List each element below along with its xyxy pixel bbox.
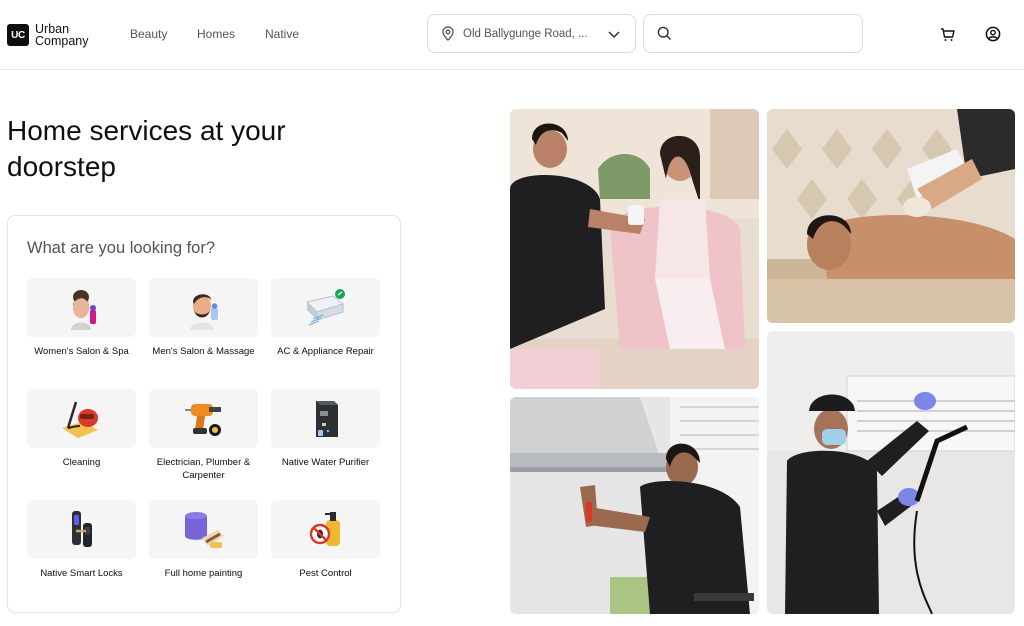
location-selector[interactable]: Old Ballygunge Road, ... [427, 14, 636, 53]
hero-title: Home services at your doorstep [7, 115, 286, 182]
top-header: UC Urban Company Beauty Homes Native Old… [0, 0, 1024, 70]
ac-repair-icon [271, 278, 380, 337]
service-label: Native Water Purifier [281, 457, 370, 468]
service-electrician-plumber-carpenter[interactable]: Electrician, Plumber & Carpenter [149, 389, 258, 500]
photo-massage-service [767, 109, 1015, 323]
service-ac-repair[interactable]: AC & Appliance Repair [271, 278, 380, 389]
chevron-down-icon [608, 31, 620, 39]
service-label: Full home painting [164, 568, 243, 579]
service-water-purifier[interactable]: Native Water Purifier [271, 389, 380, 500]
service-womens-salon[interactable]: Women's Salon & Spa [27, 278, 136, 389]
service-label: Pest Control [299, 568, 352, 579]
account-icon[interactable] [985, 26, 1001, 42]
search-input[interactable] [680, 26, 850, 41]
services-card: What are you looking for? Women's Salon … [7, 215, 401, 613]
service-smart-locks[interactable]: Native Smart Locks [27, 500, 136, 611]
service-label: Cleaning [62, 457, 101, 468]
service-label: AC & Appliance Repair [277, 346, 374, 357]
service-cleaning[interactable]: Cleaning [27, 389, 136, 500]
nav-native[interactable]: Native [265, 27, 299, 41]
nav-beauty[interactable]: Beauty [130, 27, 167, 41]
service-home-painting[interactable]: Full home painting [149, 500, 258, 611]
search-box[interactable] [643, 14, 863, 53]
location-pin-icon [442, 26, 454, 41]
women-salon-icon [27, 278, 136, 337]
service-label: Electrician, Plumber & Carpenter [156, 457, 251, 481]
water-purifier-icon [271, 389, 380, 448]
paint-bucket-icon [149, 500, 258, 559]
pest-spray-icon [271, 500, 380, 559]
nav-homes[interactable]: Homes [197, 27, 235, 41]
service-label: Men's Salon & Massage [152, 346, 255, 357]
photo-electrician-service [510, 397, 759, 614]
urban-company-logo[interactable]: UC Urban Company [7, 23, 89, 47]
service-mens-salon[interactable]: Men's Salon & Massage [149, 278, 258, 389]
logo-wordmark: Urban Company [35, 23, 89, 48]
service-pest-control[interactable]: Pest Control [271, 500, 380, 611]
service-label: Women's Salon & Spa [34, 346, 129, 357]
photo-ac-repair-service [767, 331, 1015, 614]
vacuum-cleaner-icon [27, 389, 136, 448]
smart-lock-icon [27, 500, 136, 559]
logo-line-2: Company [35, 34, 89, 48]
drill-icon [149, 389, 258, 448]
logo-mark: UC [7, 24, 29, 46]
cart-icon[interactable] [940, 27, 956, 42]
photo-beautician-service [510, 109, 759, 389]
search-icon [657, 26, 671, 40]
services-heading: What are you looking for? [27, 239, 216, 257]
service-label: Native Smart Locks [40, 568, 123, 579]
services-grid: Women's Salon & Spa Men's Salon & Massag… [27, 278, 380, 611]
location-text: Old Ballygunge Road, ... [463, 27, 588, 40]
men-salon-icon [149, 278, 258, 337]
